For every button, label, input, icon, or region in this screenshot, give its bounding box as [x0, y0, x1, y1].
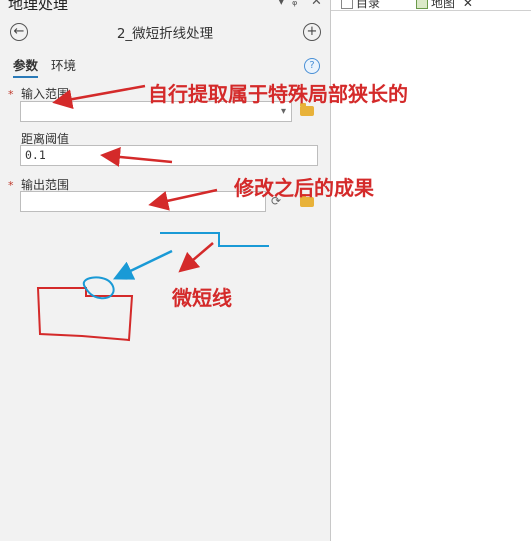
polygon-sketch: [36, 287, 134, 342]
output-arrow: [148, 188, 218, 211]
input-arrow: [52, 84, 146, 110]
shape-arrow: [178, 242, 214, 273]
blue-arrow: [112, 249, 173, 280]
distance-arrow: [100, 147, 173, 167]
short-line-sample: [160, 232, 269, 247]
annotation-overlay: [36, 84, 269, 342]
